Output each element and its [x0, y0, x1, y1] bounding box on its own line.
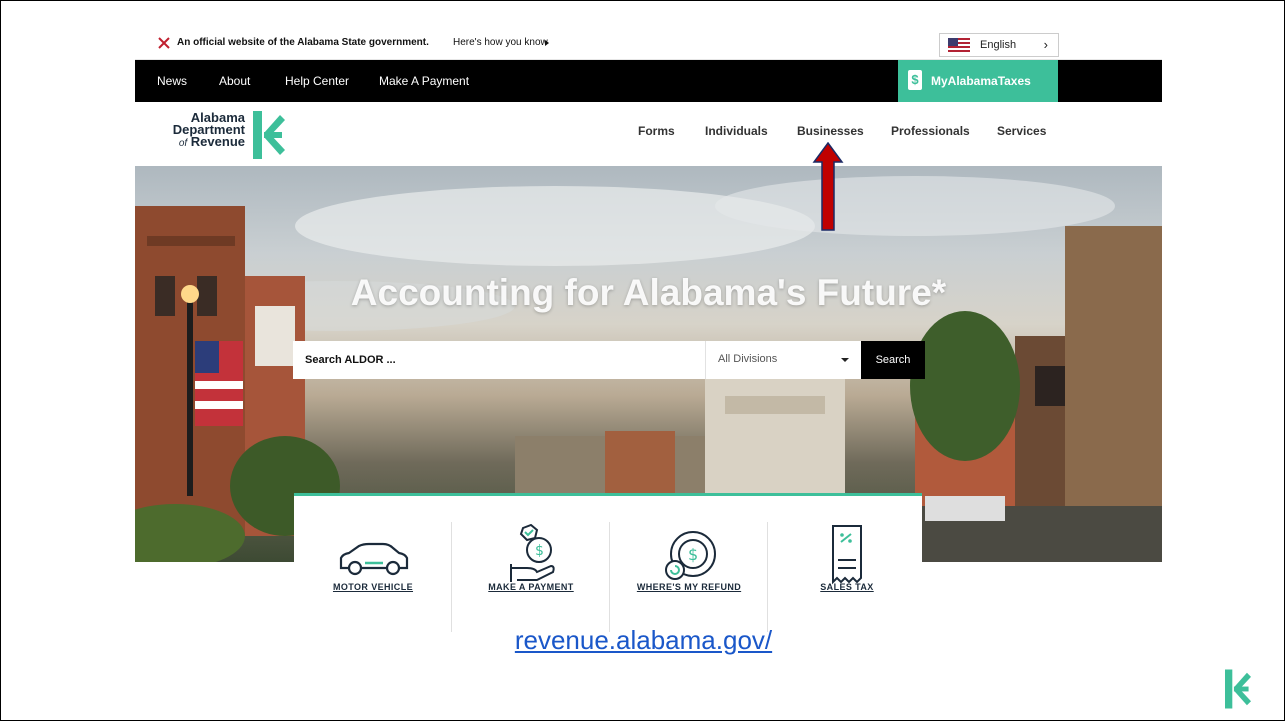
receipt-icon	[832, 525, 862, 585]
svg-text:$: $	[535, 543, 544, 559]
search-button[interactable]: Search	[861, 341, 925, 379]
quick-link-label: SALES TAX	[820, 582, 874, 592]
logo-line-3: Revenue	[190, 134, 245, 149]
caret-right-icon	[545, 40, 549, 46]
nav-professionals[interactable]: Professionals	[891, 124, 970, 138]
nav-forms[interactable]: Forms	[638, 124, 675, 138]
quick-link-label: WHERE'S MY REFUND	[636, 582, 742, 592]
hand-payment-icon: $	[510, 524, 555, 582]
main-nav: Alabama Department of Revenue Forms Indi…	[135, 102, 1162, 166]
us-flag-icon	[948, 38, 970, 52]
svg-text:$: $	[688, 545, 698, 564]
quick-links-card: MOTOR VEHICLE $ MAKE A PAYMENT $ WHERE'S…	[294, 493, 922, 633]
dollar-tag-icon: $	[908, 70, 922, 90]
site-url-link[interactable]: revenue.alabama.gov/	[1, 625, 1285, 656]
nav-businesses[interactable]: Businesses	[797, 124, 864, 138]
site-logo-text[interactable]: Alabama Department of Revenue	[147, 111, 245, 150]
refund-coin-icon: $	[665, 531, 716, 580]
my-alabama-taxes-button[interactable]: $ MyAlabamaTaxes	[898, 60, 1058, 102]
search-bar: All Divisions Search	[293, 341, 925, 379]
annotation-arrow-icon	[812, 142, 844, 231]
chevron-right-icon: ›	[1043, 37, 1048, 52]
top-nav-about[interactable]: About	[219, 74, 250, 88]
slide-frame: An official website of the Alabama State…	[0, 0, 1285, 721]
close-x-icon	[158, 37, 170, 49]
quick-link-label: MAKE A PAYMENT	[488, 582, 574, 592]
top-nav-help-center[interactable]: Help Center	[285, 74, 349, 88]
chevron-down-icon	[841, 358, 849, 362]
language-selector[interactable]: English ›	[939, 33, 1059, 57]
division-dropdown[interactable]: All Divisions	[705, 341, 861, 379]
official-banner: An official website of the Alabama State…	[135, 28, 1162, 60]
quick-link-label: MOTOR VEHICLE	[332, 582, 414, 592]
top-nav-news[interactable]: News	[157, 74, 187, 88]
official-text: An official website of the Alabama State…	[177, 37, 429, 48]
logo-k-icon	[253, 111, 285, 159]
top-nav: News About Help Center Make A Payment $ …	[135, 60, 1162, 102]
top-nav-make-a-payment[interactable]: Make A Payment	[379, 74, 469, 88]
division-selected: All Divisions	[718, 353, 778, 365]
search-input[interactable]	[293, 341, 705, 379]
nav-services[interactable]: Services	[997, 124, 1046, 138]
website-screenshot: An official website of the Alabama State…	[135, 28, 1162, 568]
logo-of: of	[178, 138, 188, 149]
corner-logo-icon	[1225, 669, 1251, 709]
nav-individuals[interactable]: Individuals	[705, 124, 768, 138]
language-label: English	[980, 39, 1017, 51]
car-icon	[339, 542, 409, 576]
how-you-know-link[interactable]: Here's how you know	[453, 37, 548, 48]
my-alabama-taxes-label: MyAlabamaTaxes	[931, 74, 1031, 88]
hero-headline: Accounting for Alabama's Future*	[350, 272, 947, 313]
